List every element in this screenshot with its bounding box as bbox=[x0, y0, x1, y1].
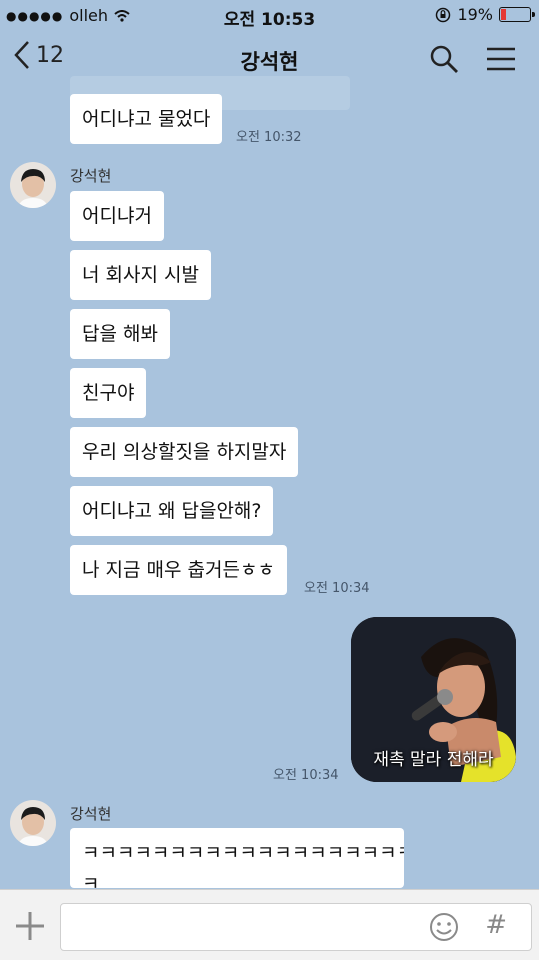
search-icon[interactable] bbox=[429, 44, 459, 74]
emoji-icon[interactable] bbox=[429, 912, 459, 942]
status-bar: ●●●●● olleh 오전 10:53 19% bbox=[0, 0, 539, 30]
message-bubble: ㅋㅋㅋㅋㅋㅋㅋㅋㅋㅋㅋㅋㅋㅋㅋㅋㅋㅋㅋㅋ ㅋ bbox=[70, 828, 404, 888]
message-timestamp: 오전 10:34 bbox=[304, 581, 370, 596]
message-bubble: 어디냐고 물었다 bbox=[70, 94, 223, 144]
header-actions bbox=[429, 44, 517, 74]
avatar[interactable] bbox=[10, 800, 56, 846]
message-bubble: 나 지금 매우 춥거든ㅎㅎ bbox=[70, 545, 287, 595]
message-bubble: 어디냐고 왜 답을안해? bbox=[70, 486, 274, 536]
message-bubble: 너 회사지 시발 bbox=[70, 250, 211, 300]
message-input[interactable]: # bbox=[60, 903, 532, 951]
plus-icon[interactable] bbox=[12, 908, 48, 944]
battery-icon bbox=[499, 7, 535, 22]
menu-icon[interactable] bbox=[485, 44, 517, 74]
message-timestamp: 오전 10:32 bbox=[236, 130, 302, 145]
input-bar: # bbox=[0, 889, 539, 960]
message-bubble: 친구야 bbox=[70, 368, 147, 418]
hashtag-icon[interactable]: # bbox=[485, 910, 507, 940]
status-right: 19% bbox=[435, 5, 535, 24]
rotation-lock-icon bbox=[436, 7, 451, 22]
message-bubble: 답을 해봐 bbox=[70, 309, 170, 359]
image-caption: 재촉 말라 전해라 bbox=[373, 750, 494, 770]
sent-image[interactable]: 재촉 말라 전해라 bbox=[351, 617, 516, 782]
sender-name: 강석현 bbox=[70, 805, 112, 823]
message-bubble: 어디냐거 bbox=[70, 191, 164, 241]
message-bubble: 우리 의상할짓을 하지말자 bbox=[70, 427, 299, 477]
avatar[interactable] bbox=[10, 162, 56, 208]
battery-percent: 19% bbox=[457, 5, 493, 24]
message-timestamp: 오전 10:34 bbox=[273, 768, 339, 783]
sender-name: 강석현 bbox=[70, 167, 112, 185]
chat-header: 12 강석현 bbox=[0, 30, 539, 110]
